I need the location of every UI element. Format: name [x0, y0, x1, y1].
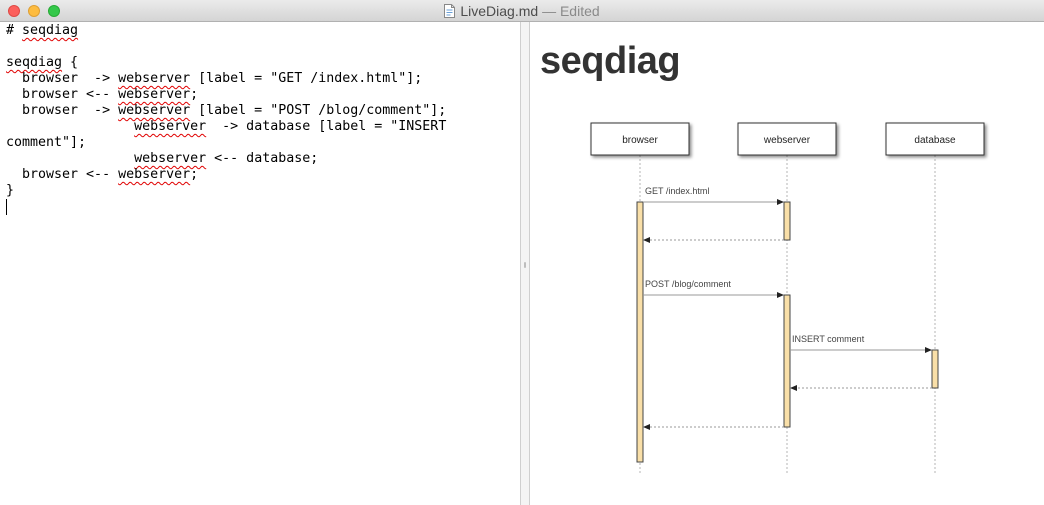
code-line: webserver -> database [label = "INSERT: [6, 119, 446, 135]
actor-label: browser: [622, 135, 658, 146]
code-text: ;: [190, 167, 199, 182]
text-cursor: [6, 199, 7, 215]
split-view-divider[interactable]: [520, 22, 530, 505]
title-separator: —: [542, 3, 557, 19]
window-title: LiveDiag.md — Edited: [0, 3, 1044, 19]
misspelled-word: seqdiag: [22, 23, 79, 38]
code-text: browser ->: [6, 103, 119, 118]
code-line: comment"];: [6, 135, 446, 151]
activation-bar: [783, 294, 791, 428]
message-label: GET /index.html: [645, 186, 709, 196]
code-line: browser <-- webserver;: [6, 87, 446, 103]
misspelled-word: seqdiag: [6, 55, 63, 70]
code-text: [label = "POST /blog/comment"];: [190, 103, 447, 118]
code-line: }: [6, 183, 446, 199]
sequence-diagram: browser webserver database GET /index.html…: [590, 122, 985, 474]
misspelled-word: webserver: [134, 119, 207, 134]
markdown-editor[interactable]: # seqdiag seqdiag { browser -> webserver …: [0, 22, 520, 505]
app-window: LiveDiag.md — Edited # seqdiag seqdiag { …: [0, 0, 1044, 505]
code-line: [6, 199, 446, 215]
code-line: browser -> webserver [label = "GET /inde…: [6, 71, 446, 87]
message-label: INSERT comment: [792, 334, 865, 344]
code-text: ;: [190, 87, 199, 102]
actor-label: webserver: [763, 135, 811, 146]
code-line: webserver <-- database;: [6, 151, 446, 167]
activation-bar: [931, 349, 939, 389]
code-text: {: [62, 55, 79, 70]
code-line: # seqdiag: [6, 23, 446, 39]
activation-bar: [636, 201, 644, 463]
title-bar[interactable]: LiveDiag.md — Edited: [0, 0, 1044, 22]
misspelled-word: webserver: [118, 103, 191, 118]
document-name: LiveDiag.md: [460, 3, 539, 19]
code-text: }: [6, 183, 15, 198]
preview-pane: seqdiag browser webserver database GET /in…: [530, 22, 1044, 505]
code-line: browser -> webserver [label = "POST /blo…: [6, 103, 446, 119]
code-text: -> database [label = "INSERT: [206, 119, 447, 134]
edit-status: Edited: [559, 3, 600, 19]
code-text: browser ->: [6, 71, 119, 86]
actor-label: database: [914, 135, 956, 146]
code-text: [label = "GET /index.html"];: [190, 71, 423, 86]
message-label: POST /blog/comment: [645, 279, 731, 289]
divider-grip-icon[interactable]: [524, 262, 526, 268]
misspelled-word: webserver: [118, 87, 191, 102]
misspelled-word: webserver: [134, 151, 207, 166]
code-text: browser <--: [6, 167, 119, 182]
activation-bar: [783, 201, 791, 241]
code-line: browser <-- webserver;: [6, 167, 446, 183]
document-icon: [444, 4, 456, 18]
misspelled-word: webserver: [118, 167, 191, 182]
code-line: seqdiag {: [6, 55, 446, 71]
editor-text[interactable]: # seqdiag seqdiag { browser -> webserver …: [6, 23, 446, 215]
code-text: browser <--: [6, 87, 119, 102]
code-text: comment"];: [6, 135, 87, 150]
misspelled-word: webserver: [118, 71, 191, 86]
code-text: <-- database;: [206, 151, 319, 166]
code-text: #: [6, 23, 23, 38]
